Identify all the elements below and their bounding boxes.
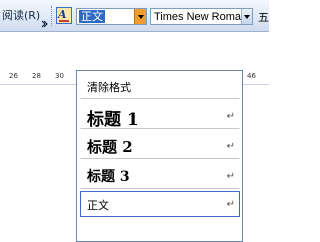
font-combobox-value: Times New Roman bbox=[154, 11, 248, 23]
style-item-heading-3[interactable]: 标题 3 ↵ bbox=[80, 161, 240, 189]
read-mode-button[interactable]: 阅读(R) bbox=[0, 8, 42, 24]
style-combobox[interactable]: 正文 bbox=[76, 8, 147, 25]
ruler-tick-label: 26 bbox=[9, 72, 18, 80]
font-combobox[interactable]: Times New Roman bbox=[150, 8, 253, 25]
style-combobox-value: 正文 bbox=[79, 10, 105, 23]
style-item-label: 标题 2 bbox=[87, 138, 133, 156]
style-item-normal[interactable]: 正文 ↵ bbox=[80, 191, 240, 217]
styles-and-formatting-icon[interactable]: A bbox=[56, 7, 72, 24]
ruler-tick-label: 46 bbox=[247, 72, 256, 80]
style-item-label: 正文 bbox=[87, 199, 109, 212]
formatting-toolbar: 阅读(R) A 正文 Times New Roman 五 bbox=[0, 0, 269, 32]
font-size-combobox[interactable]: 五 bbox=[258, 9, 269, 25]
paragraph-mark-icon: ↵ bbox=[226, 111, 235, 122]
paragraph-mark-icon: ↵ bbox=[226, 171, 235, 182]
style-dropdown-list: 清除格式 标题 1 ↵ 标题 2 ↵ 标题 3 ↵ 正文 ↵ bbox=[76, 70, 243, 242]
paragraph-mark-icon: ↵ bbox=[226, 199, 235, 210]
toolbar-separator bbox=[51, 6, 53, 26]
paragraph-mark-icon: ↵ bbox=[226, 141, 235, 152]
toolbar-chevron-icon[interactable] bbox=[40, 20, 48, 28]
style-item-heading-1[interactable]: 标题 1 ↵ bbox=[80, 101, 240, 130]
style-item-clear-formatting[interactable]: 清除格式 bbox=[80, 73, 240, 99]
chevron-down-icon[interactable] bbox=[241, 9, 252, 24]
style-item-label: 标题 3 bbox=[87, 169, 130, 185]
style-item-heading-2[interactable]: 标题 2 ↵ bbox=[80, 131, 240, 159]
style-item-label: 标题 1 bbox=[87, 110, 139, 130]
chevron-down-icon[interactable] bbox=[134, 9, 146, 24]
ruler-tick-label: 30 bbox=[55, 72, 64, 80]
ruler-tick-label: 28 bbox=[32, 72, 41, 80]
style-item-label: 清除格式 bbox=[87, 81, 131, 94]
